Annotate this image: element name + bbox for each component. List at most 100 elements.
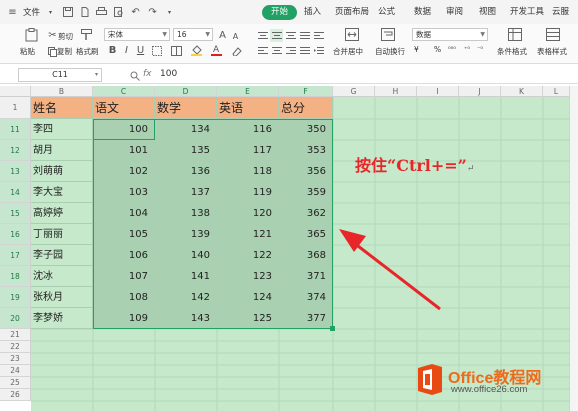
name-cell[interactable]: 李子园	[31, 245, 93, 266]
tab-view[interactable]: 视图	[475, 5, 500, 20]
score-cell[interactable]: 134	[155, 119, 217, 140]
orientation-icon[interactable]	[312, 29, 325, 42]
print-icon[interactable]	[95, 6, 108, 19]
font-color-icon[interactable]: A	[210, 43, 223, 56]
header-cell[interactable]: 总分	[279, 97, 333, 119]
underline-icon[interactable]: U	[134, 44, 147, 57]
score-cell[interactable]: 108	[93, 287, 155, 308]
redo-icon[interactable]: ↷	[146, 6, 159, 19]
select-all-corner[interactable]	[0, 86, 31, 97]
formula-input[interactable]: 100	[160, 69, 177, 79]
chevron-down-icon[interactable]: ▾	[44, 6, 57, 19]
tab-page-layout[interactable]: 页面布局	[331, 5, 373, 20]
row-header-12[interactable]: 12	[0, 140, 31, 161]
increase-decimal-icon[interactable]: ⁺⁰	[464, 45, 470, 53]
name-cell[interactable]: 丁丽丽	[31, 224, 93, 245]
tab-review[interactable]: 审阅	[442, 5, 467, 20]
paste-icon[interactable]	[24, 28, 38, 42]
tab-data[interactable]: 数据	[410, 5, 435, 20]
cut-label[interactable]: 剪切	[58, 31, 73, 42]
tab-cloud[interactable]: 云服	[548, 5, 573, 20]
column-header-H[interactable]: H	[375, 86, 417, 97]
row-header-22[interactable]: 22	[0, 341, 31, 353]
conditional-format-icon[interactable]	[508, 27, 522, 41]
row-header-14[interactable]: 14	[0, 182, 31, 203]
align-right-icon[interactable]	[284, 44, 297, 57]
score-cell[interactable]: 120	[217, 203, 279, 224]
score-cell[interactable]: 350	[279, 119, 333, 140]
name-cell[interactable]: 李梦娇	[31, 308, 93, 329]
paste-label[interactable]: 粘贴	[20, 46, 35, 57]
align-bottom-icon[interactable]	[284, 29, 297, 42]
align-middle-icon[interactable]	[270, 29, 283, 42]
name-cell[interactable]: 胡月	[31, 140, 93, 161]
wrap-text-label[interactable]: 自动换行	[375, 46, 405, 57]
copy-label[interactable]: 复制	[57, 46, 72, 57]
row-header-26[interactable]: 26	[0, 389, 31, 401]
score-cell[interactable]: 125	[217, 308, 279, 329]
score-cell[interactable]: 142	[155, 287, 217, 308]
score-cell[interactable]: 371	[279, 266, 333, 287]
column-header-I[interactable]: I	[417, 86, 459, 97]
fx-icon[interactable]: fx	[143, 69, 152, 79]
align-top-icon[interactable]	[256, 29, 269, 42]
header-cell[interactable]: 语文	[93, 97, 155, 119]
align-center-icon[interactable]	[270, 44, 283, 57]
name-cell[interactable]: 张秋月	[31, 287, 93, 308]
merge-center-label[interactable]: 合并居中	[333, 46, 363, 57]
score-cell[interactable]: 135	[155, 140, 217, 161]
zoom-icon[interactable]	[128, 69, 141, 82]
score-cell[interactable]: 118	[217, 161, 279, 182]
score-cell[interactable]: 138	[155, 203, 217, 224]
name-cell[interactable]: 李大宝	[31, 182, 93, 203]
score-cell[interactable]: 377	[279, 308, 333, 329]
tab-developer[interactable]: 开发工具	[506, 5, 548, 20]
row-header-25[interactable]: 25	[0, 377, 31, 389]
score-cell[interactable]: 368	[279, 245, 333, 266]
score-cell[interactable]: 116	[217, 119, 279, 140]
score-cell[interactable]: 105	[93, 224, 155, 245]
border-icon[interactable]	[150, 44, 163, 57]
column-header-B[interactable]: B	[31, 86, 93, 97]
row-header-18[interactable]: 18	[0, 266, 31, 287]
fill-handle[interactable]	[330, 326, 335, 331]
row-header-1[interactable]: 1	[0, 97, 31, 119]
score-cell[interactable]: 122	[217, 245, 279, 266]
customize-chevron-icon[interactable]: ▾	[163, 6, 176, 19]
save-icon[interactable]	[61, 6, 74, 19]
score-cell[interactable]: 104	[93, 203, 155, 224]
column-header-G[interactable]: G	[333, 86, 375, 97]
row-header-21[interactable]: 21	[0, 329, 31, 341]
merge-cells-icon[interactable]	[170, 44, 183, 57]
score-cell[interactable]: 141	[155, 266, 217, 287]
row-header-23[interactable]: 23	[0, 353, 31, 365]
row-header-16[interactable]: 16	[0, 224, 31, 245]
clear-format-icon[interactable]	[230, 44, 243, 57]
align-justify-icon[interactable]	[298, 29, 311, 42]
score-cell[interactable]: 124	[217, 287, 279, 308]
name-box[interactable]: C11 ▾	[18, 68, 102, 82]
row-header-17[interactable]: 17	[0, 245, 31, 266]
conditional-format-label[interactable]: 条件格式	[497, 46, 527, 57]
table-style-label[interactable]: 表格样式	[537, 46, 567, 57]
score-cell[interactable]: 365	[279, 224, 333, 245]
score-cell[interactable]: 362	[279, 203, 333, 224]
score-cell[interactable]: 123	[217, 266, 279, 287]
file-menu[interactable]: 文件	[23, 6, 40, 18]
wrap-text-icon[interactable]	[381, 27, 395, 41]
thousands-icon[interactable]: ⁰⁰⁰	[448, 45, 456, 53]
table-style-icon[interactable]	[546, 27, 560, 41]
tab-formulas[interactable]: 公式	[374, 5, 399, 20]
name-cell[interactable]: 高婷婷	[31, 203, 93, 224]
row-header-11[interactable]: 11	[0, 119, 31, 140]
score-cell[interactable]: 136	[155, 161, 217, 182]
score-cell[interactable]: 101	[93, 140, 155, 161]
percent-icon[interactable]: %	[434, 45, 441, 54]
bold-icon[interactable]: B	[106, 44, 119, 57]
align-left-icon[interactable]	[256, 44, 269, 57]
column-header-E[interactable]: E	[217, 86, 279, 97]
export-pdf-icon[interactable]	[78, 6, 91, 19]
fill-color-icon[interactable]	[190, 44, 203, 57]
format-painter-icon[interactable]	[80, 29, 92, 41]
name-cell[interactable]: 沈冰	[31, 266, 93, 287]
